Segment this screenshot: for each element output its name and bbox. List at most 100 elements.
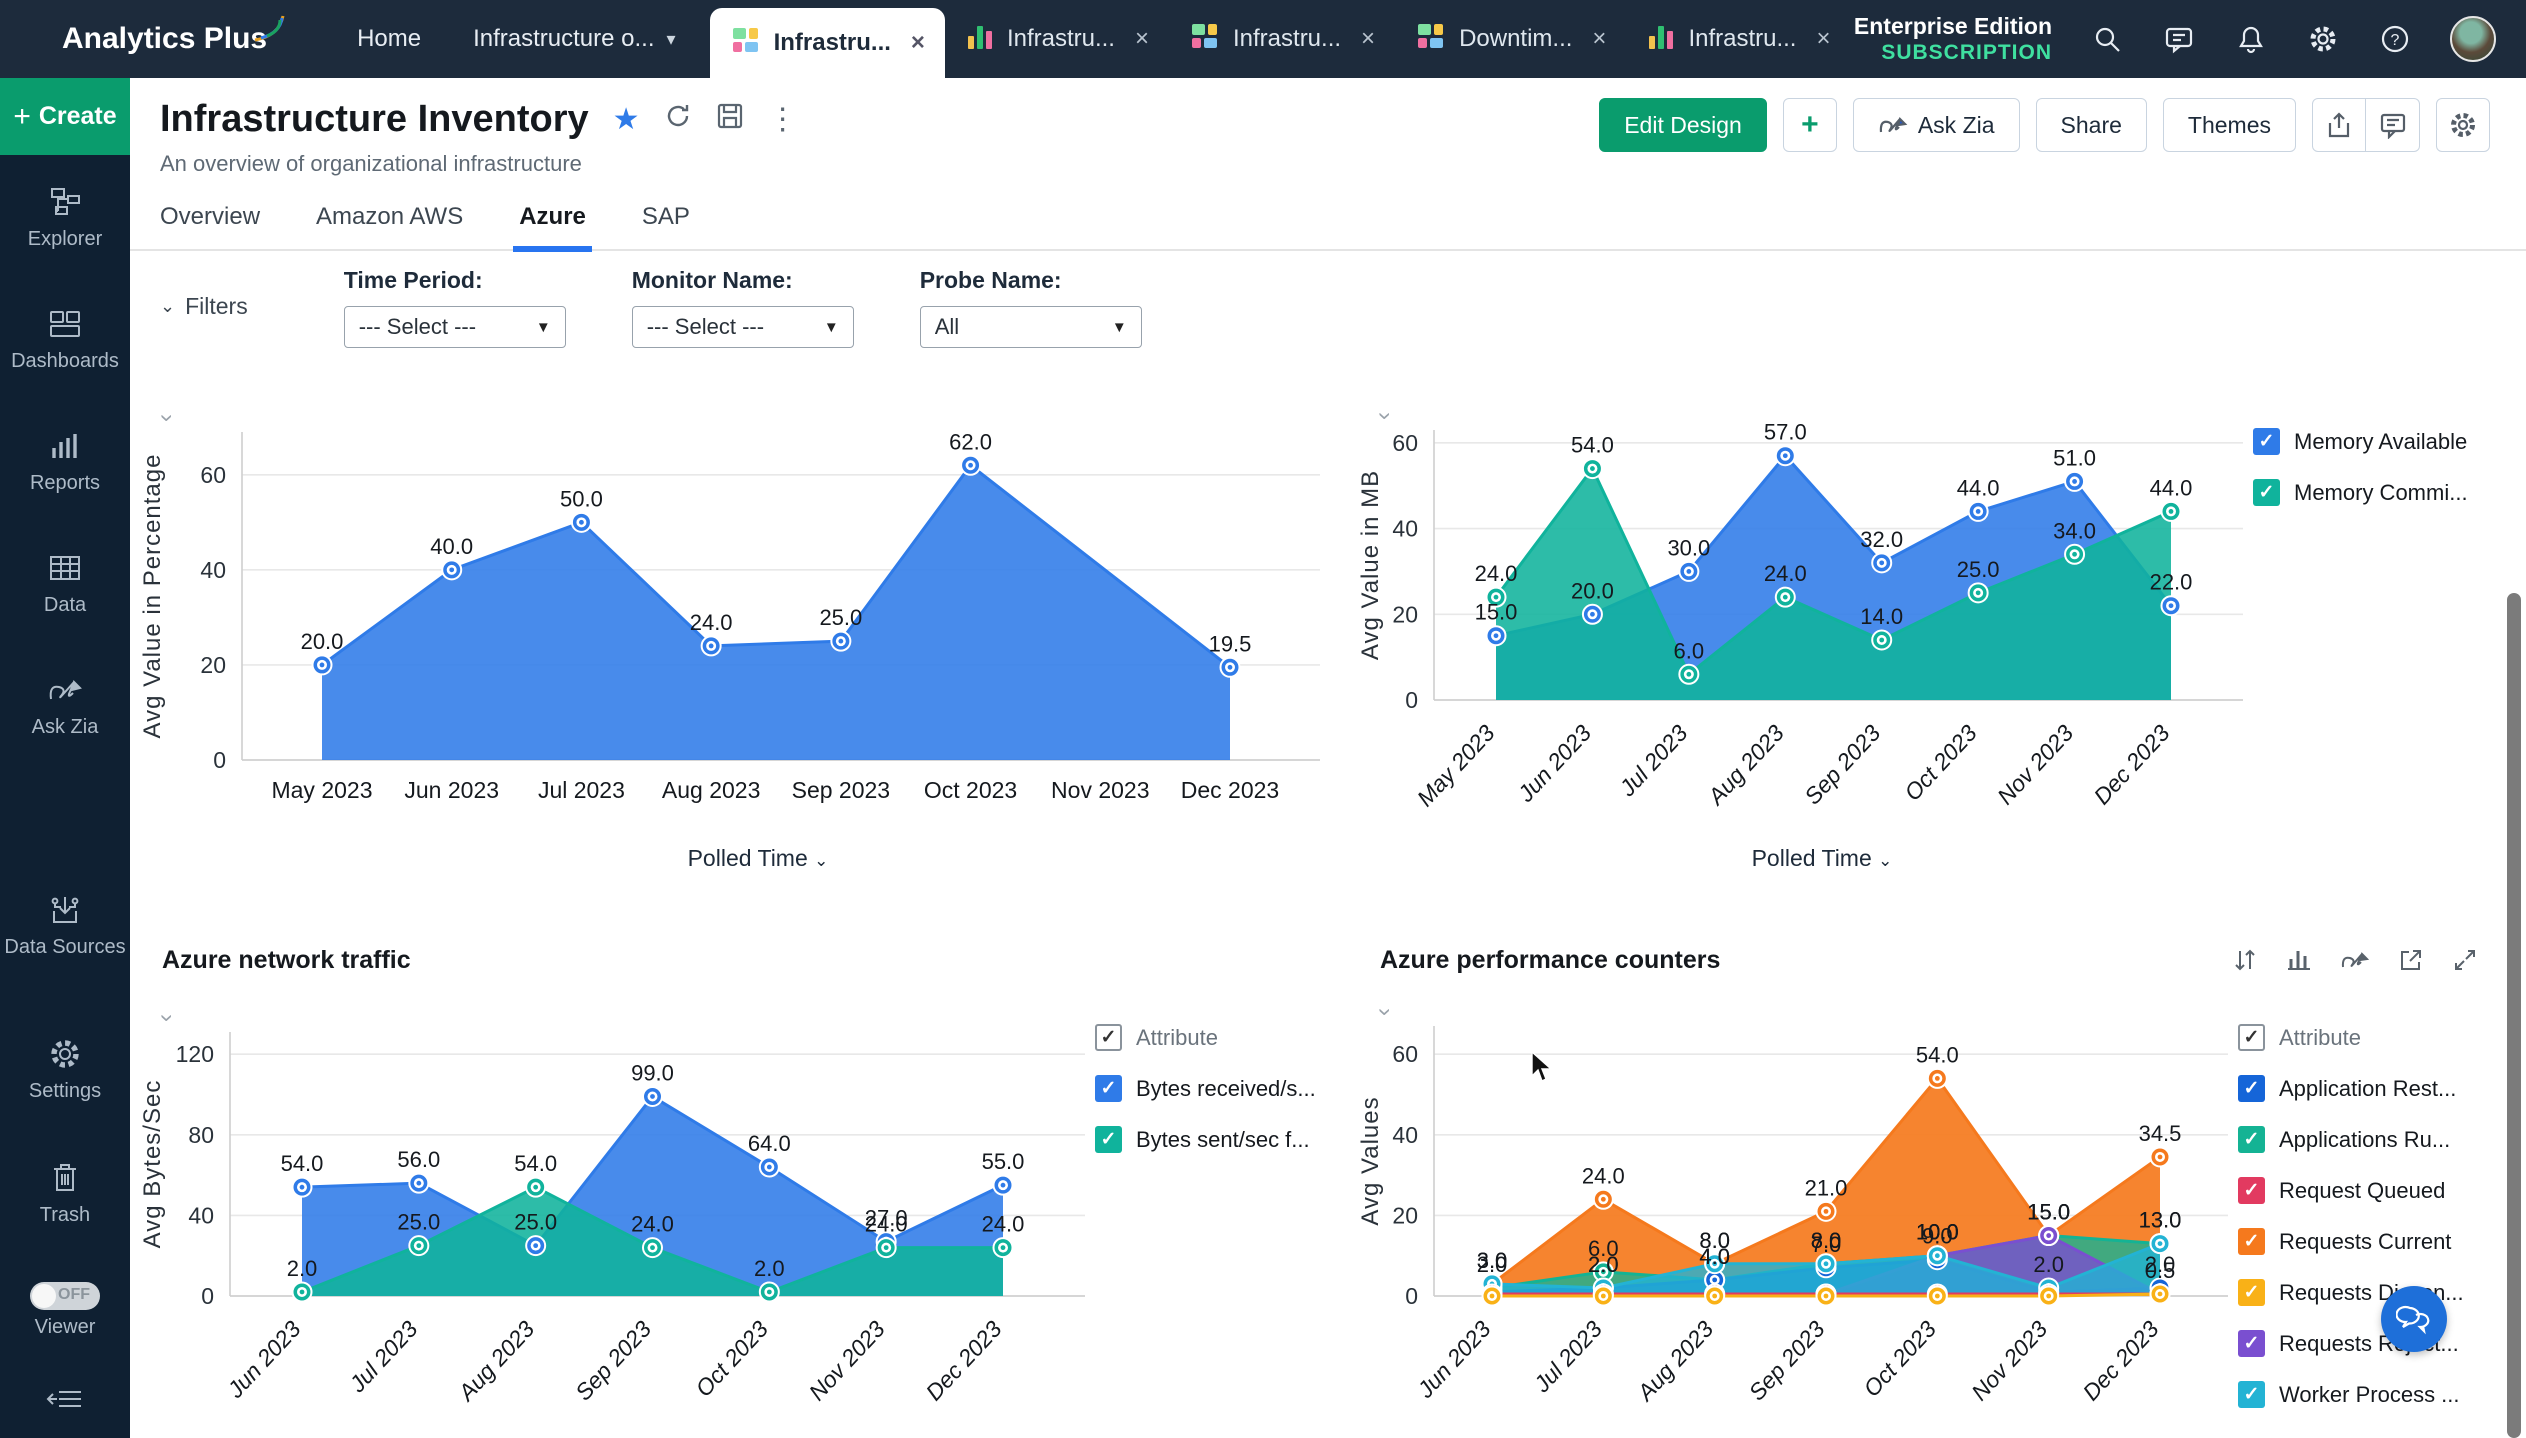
svg-text:44.0: 44.0 [1957,475,2000,500]
svg-text:Sep 2023: Sep 2023 [1743,1316,1829,1406]
legend-item[interactable]: ✓Worker Process ... [2238,1381,2464,1408]
chat-fab-button[interactable] [2381,1286,2447,1352]
dashboard-grid: 0204060Avg Value in Percentage›20.040.05… [130,378,2526,1438]
svg-text:25.0: 25.0 [1957,557,2000,582]
expand-icon[interactable] [2452,947,2478,973]
tab-overview[interactable]: Overview [160,203,260,249]
legend-item[interactable]: ✓Application Rest... [2238,1075,2464,1102]
open-in-new-icon[interactable] [2398,947,2424,973]
tab-amazon-aws[interactable]: Amazon AWS [316,203,463,249]
export-button[interactable] [2312,98,2366,152]
chart-legend: ✓Memory Available ✓Memory Commi... [2253,386,2468,872]
ask-zia-button[interactable]: Ask Zia [1853,98,2020,152]
chart-type-icon[interactable] [2286,947,2312,973]
legend-item[interactable]: ✓Memory Available [2253,428,2468,455]
legend-attribute-header[interactable]: ✓Attribute [2238,1024,2464,1051]
sidebar-item-reports[interactable]: Reports [0,426,130,495]
chart-card-memory-mb: 0204060Avg Value in MB›15.020.030.057.03… [1348,386,2526,872]
notifications-icon[interactable] [2234,22,2268,56]
window-tab-0[interactable]: Infrastru...× [710,8,945,78]
filter-select-1[interactable]: --- Select ---▼ [632,306,854,348]
window-tab-4[interactable]: Infrastru...× [1626,0,1850,78]
svg-text:99.0: 99.0 [631,1060,674,1085]
create-button[interactable]: +Create [0,78,130,155]
svg-text:Aug 2023: Aug 2023 [1631,1316,1719,1407]
nav-workspace[interactable]: Infrastructure o...▾ [473,25,675,53]
x-axis-field[interactable]: Polled Time ⌄ [1348,845,2253,872]
feedback-icon[interactable] [2162,22,2196,56]
tab-azure[interactable]: Azure [519,203,586,249]
close-icon[interactable]: × [1361,25,1375,53]
legend-item[interactable]: ✓Bytes sent/sec f... [1095,1126,1316,1153]
window-tab-2[interactable]: Infrastru...× [1169,0,1395,78]
legend-item[interactable]: ✓Request Queued [2238,1177,2464,1204]
chart-legend: ✓Attribute ✓Application Rest... ✓Applicati… [2238,982,2464,1438]
filters-collapse[interactable]: ⌄ Filters [160,293,248,320]
window-tab-strip: Infrastru...×Infrastru...×Infrastru...×D… [710,0,1851,78]
legend-attribute-header[interactable]: ✓Attribute [1095,1024,1316,1051]
sidebar-item-dashboards[interactable]: Dashboards [0,304,130,373]
legend-item[interactable]: ✓Applications Ru... [2238,1126,2464,1153]
svg-text:10.0: 10.0 [1916,1220,1959,1245]
ask-zia-icon[interactable] [2340,948,2370,972]
svg-text:62.0: 62.0 [949,429,992,454]
vertical-scrollbar[interactable] [2507,593,2521,1438]
sidebar-item-ask-zia[interactable]: Ask Zia [0,670,130,739]
refresh-icon[interactable] [664,102,692,138]
tab-sap[interactable]: SAP [642,203,690,249]
sort-icon[interactable] [2232,947,2258,973]
nav-home[interactable]: Home [357,25,421,53]
legend-item[interactable]: ✓Memory Commi... [2253,479,2468,506]
settings-gear-icon[interactable] [2306,22,2340,56]
svg-text:20.0: 20.0 [301,629,344,654]
bar-chart-icon [1646,20,1676,59]
filter-select-2[interactable]: All▼ [920,306,1142,348]
comments-button[interactable] [2366,98,2420,152]
sidebar-item-settings[interactable]: Settings [0,1034,130,1103]
svg-text:Jul 2023: Jul 2023 [538,777,625,803]
sidebar-item-explorer[interactable]: Explorer [0,182,130,251]
edit-design-button[interactable]: Edit Design [1599,98,1767,152]
ask-zia-icon [0,670,130,710]
svg-text:80: 80 [188,1122,214,1148]
save-icon[interactable] [716,102,744,138]
svg-text:Aug 2023: Aug 2023 [662,777,760,803]
sidebar-item-trash[interactable]: Trash [0,1158,130,1227]
share-button[interactable]: Share [2036,98,2147,152]
svg-text:54.0: 54.0 [1916,1042,1959,1067]
close-icon[interactable]: × [1816,25,1830,53]
more-options-icon[interactable]: ⋮ [768,102,798,137]
svg-text:14.0: 14.0 [1860,604,1903,629]
page-header: Infrastructure Inventory ★ ⋮ An overview… [130,78,2526,177]
search-icon[interactable] [2090,22,2124,56]
filter-select-0[interactable]: --- Select ---▼ [344,306,566,348]
window-tab-3[interactable]: Downtim...× [1395,0,1626,78]
close-icon[interactable]: × [1592,25,1606,53]
sidebar-item-data-sources[interactable]: Data Sources [0,890,130,959]
user-avatar[interactable] [2450,16,2496,62]
add-widget-button[interactable]: + [1783,98,1837,152]
close-icon[interactable]: × [911,29,925,57]
window-tab-1[interactable]: Infrastru...× [945,0,1169,78]
dashboard-grid-icon [730,24,762,63]
close-icon[interactable]: × [1135,25,1149,53]
collapse-sidebar-button[interactable] [0,1384,130,1419]
svg-text:54.0: 54.0 [281,1151,324,1176]
svg-text:15.0: 15.0 [2027,1200,2070,1225]
help-icon[interactable]: ? [2378,22,2412,56]
legend-item[interactable]: ✓Requests Current [2238,1228,2464,1255]
svg-text:Dec 2023: Dec 2023 [2088,720,2174,810]
chart-card-network-traffic: Azure network traffic04080120Avg Bytes/S… [130,938,1340,1438]
favorite-star-icon[interactable]: ★ [613,102,640,137]
sidebar-item-data[interactable]: Data [0,548,130,617]
themes-button[interactable]: Themes [2163,98,2296,152]
dashboard-settings-button[interactable] [2436,98,2490,152]
header-actions: Edit Design + Ask Zia Share Themes [1599,98,2490,152]
top-nav: Home Infrastructure o...▾ [357,25,675,53]
toggle-off-switch[interactable]: OFF [30,1282,100,1310]
app-logo[interactable]: Analytics Plus [62,22,267,56]
svg-text:Avg Value in Percentage: Avg Value in Percentage [139,454,166,739]
viewer-toggle[interactable]: OFF Viewer [0,1282,130,1339]
x-axis-field[interactable]: Polled Time ⌄ [130,845,1330,872]
legend-item[interactable]: ✓Bytes received/s... [1095,1075,1316,1102]
